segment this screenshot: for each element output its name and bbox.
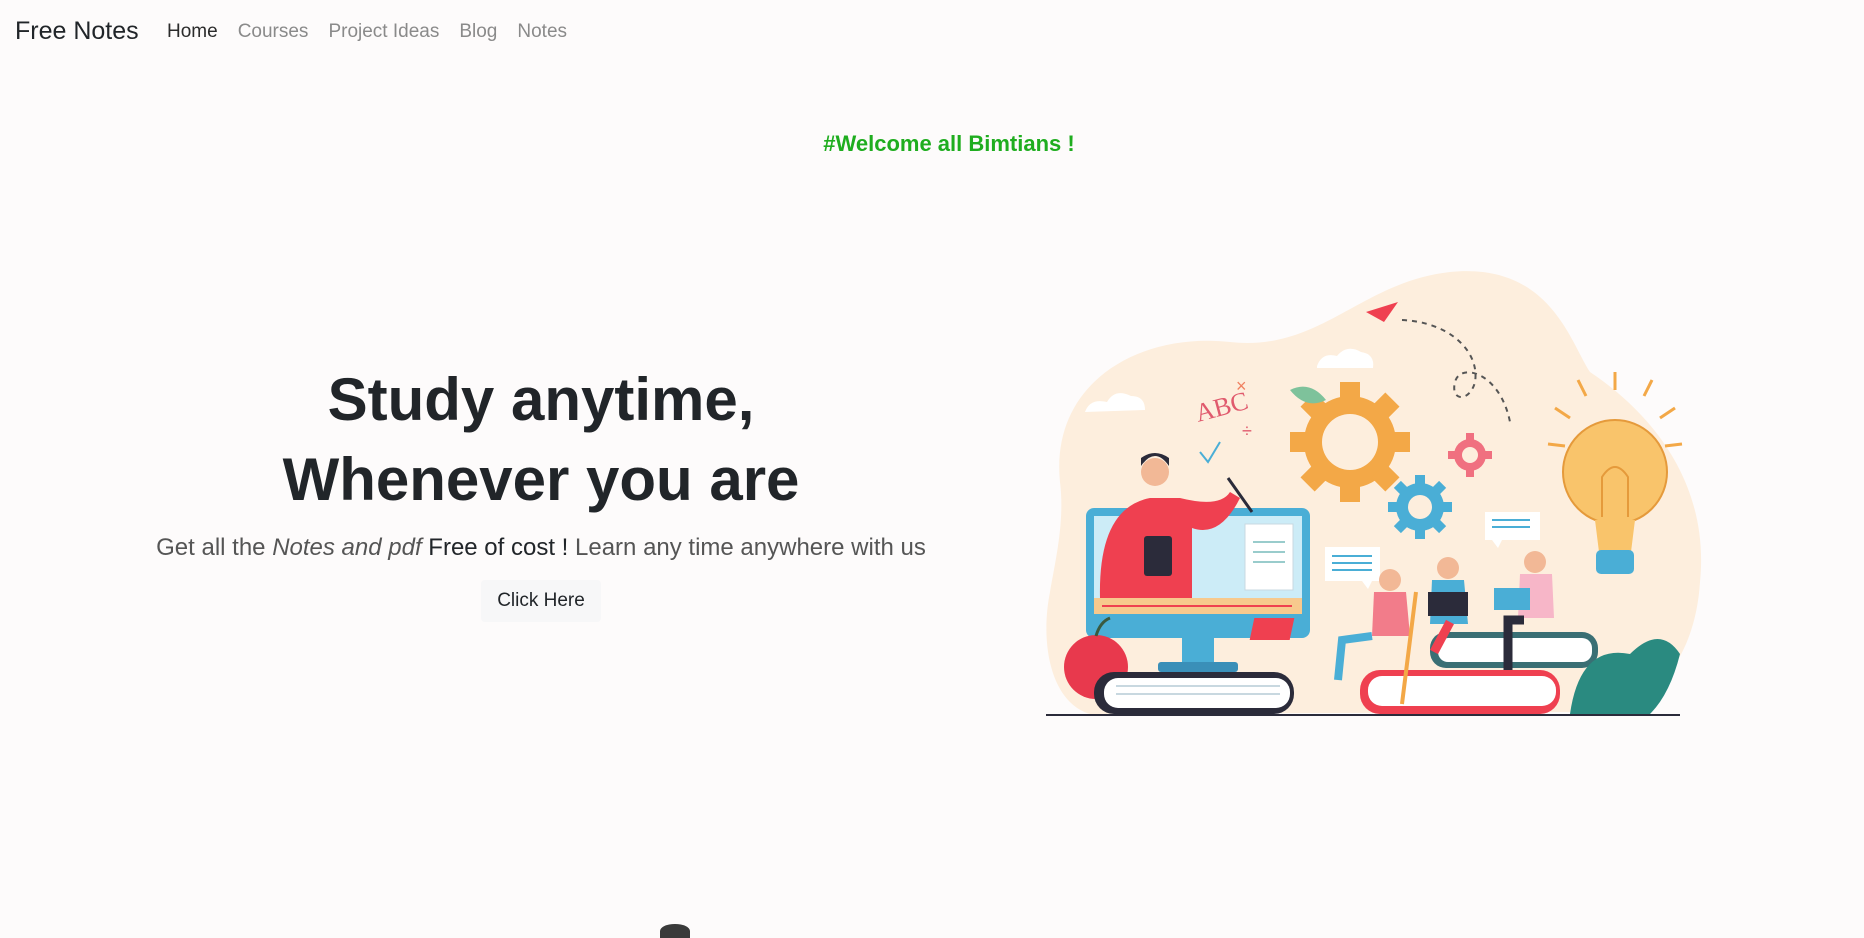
hero-lead: Get all the Notes and pdf Free of cost !… [100, 534, 982, 562]
cross-mark: × [1236, 376, 1247, 396]
nav-links: Home Courses Project Ideas Blog Notes [157, 20, 577, 45]
math-symbols: ÷ [1242, 421, 1252, 441]
gear-icon [1388, 475, 1452, 539]
study-illustration: ABC ÷ × [1046, 271, 1702, 716]
hero-title-line1: Study anytime, [327, 366, 755, 433]
hero-title: Study anytime, Whenever you are [100, 360, 982, 520]
brand-logo[interactable]: Free Notes [15, 16, 139, 46]
nav-courses[interactable]: Courses [228, 20, 319, 45]
top-navbar: Free Notes Home Courses Project Ideas Bl… [0, 0, 1864, 64]
lead-strong: Free of cost ! [421, 534, 569, 561]
nav-notes[interactable]: Notes [507, 20, 577, 45]
lead-text-1: Get all the [156, 534, 273, 561]
hero-section: Study anytime, Whenever you are Get all … [100, 360, 982, 622]
nav-home[interactable]: Home [157, 20, 228, 45]
nav-project-ideas[interactable]: Project Ideas [318, 20, 449, 45]
hero-title-line2: Whenever you are [282, 446, 800, 513]
welcome-banner: #Welcome all Bimtians ! [823, 131, 1075, 156]
lead-text-2: Learn any time anywhere with us [568, 534, 926, 561]
click-here-button[interactable]: Click Here [481, 580, 601, 622]
nav-blog[interactable]: Blog [449, 20, 507, 45]
lead-emphasis: Notes and pdf [272, 534, 422, 561]
next-section-image [660, 924, 690, 938]
